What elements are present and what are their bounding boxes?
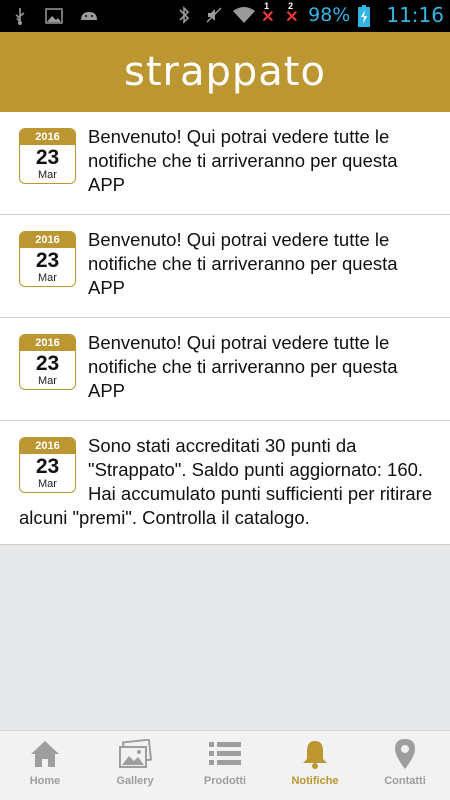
notification-item[interactable]: 2016 23 Mar Benvenuto! Qui potrai vedere… <box>0 318 450 421</box>
list-icon <box>208 737 242 771</box>
nav-gallery[interactable]: Gallery <box>90 731 180 800</box>
clock: 11:16 <box>386 3 444 27</box>
date-badge: 2016 23 Mar <box>19 231 76 287</box>
notification-item[interactable]: 2016 23 Mar Benvenuto! Qui potrai vedere… <box>0 112 450 215</box>
notification-message: Benvenuto! Qui potrai vedere tutte le no… <box>88 126 398 195</box>
date-badge: 2016 23 Mar <box>19 128 76 184</box>
sim1-no-signal-icon: 1 ✕ <box>261 1 275 26</box>
date-badge: 2016 23 Mar <box>19 437 76 493</box>
date-month: Mar <box>38 272 57 284</box>
notification-message: Benvenuto! Qui potrai vedere tutte le no… <box>88 229 398 298</box>
bell-icon <box>298 737 332 771</box>
nav-contatti-label: Contatti <box>384 775 426 787</box>
date-year: 2016 <box>20 129 75 145</box>
app-logo: strappato <box>124 49 326 95</box>
date-year: 2016 <box>20 438 75 454</box>
notification-message: Benvenuto! Qui potrai vedere tutte le no… <box>88 332 398 401</box>
date-day: 23 <box>35 146 60 169</box>
date-month: Mar <box>38 375 57 387</box>
nav-gallery-label: Gallery <box>116 775 154 787</box>
status-bar: 1 ✕ 2 ✕ 98% 11:16 <box>0 0 450 32</box>
nav-contatti[interactable]: Contatti <box>360 731 450 800</box>
date-month: Mar <box>38 478 57 490</box>
date-day: 23 <box>35 352 60 375</box>
sim2-no-signal-icon: 2 ✕ <box>285 1 299 26</box>
notification-item[interactable]: 2016 23 Mar Sono stati accreditati 30 pu… <box>0 421 450 545</box>
battery-charging-icon <box>358 5 378 27</box>
nav-notifiche-label: Notifiche <box>291 775 339 787</box>
date-badge: 2016 23 Mar <box>19 334 76 390</box>
image-icon <box>44 6 64 26</box>
date-day: 23 <box>35 455 60 478</box>
date-year: 2016 <box>20 232 75 248</box>
nav-home-label: Home <box>29 775 61 787</box>
bluetooth-icon <box>176 5 196 25</box>
home-icon <box>28 737 62 771</box>
location-pin-icon <box>388 737 422 771</box>
notification-item[interactable]: 2016 23 Mar Benvenuto! Qui potrai vedere… <box>0 215 450 318</box>
gallery-icon <box>118 737 152 771</box>
date-month: Mar <box>38 169 57 181</box>
wifi-icon <box>232 5 256 25</box>
nav-prodotti[interactable]: Prodotti <box>180 731 270 800</box>
date-year: 2016 <box>20 335 75 351</box>
date-day: 23 <box>35 249 60 272</box>
app-header: strappato <box>0 32 450 112</box>
notification-message: Sono stati accreditati 30 punti da "Stra… <box>19 435 433 528</box>
battery-percent: 98% <box>308 4 351 26</box>
android-icon <box>78 6 98 26</box>
usb-icon <box>10 6 30 26</box>
bottom-nav: Home Gallery Prodotti Notifiche Contatti <box>0 730 450 800</box>
notification-list: 2016 23 Mar Benvenuto! Qui potrai vedere… <box>0 112 450 545</box>
nav-home[interactable]: Home <box>0 731 90 800</box>
nav-notifiche[interactable]: Notifiche <box>270 731 360 800</box>
nav-prodotti-label: Prodotti <box>203 775 247 787</box>
mute-icon <box>204 5 224 25</box>
